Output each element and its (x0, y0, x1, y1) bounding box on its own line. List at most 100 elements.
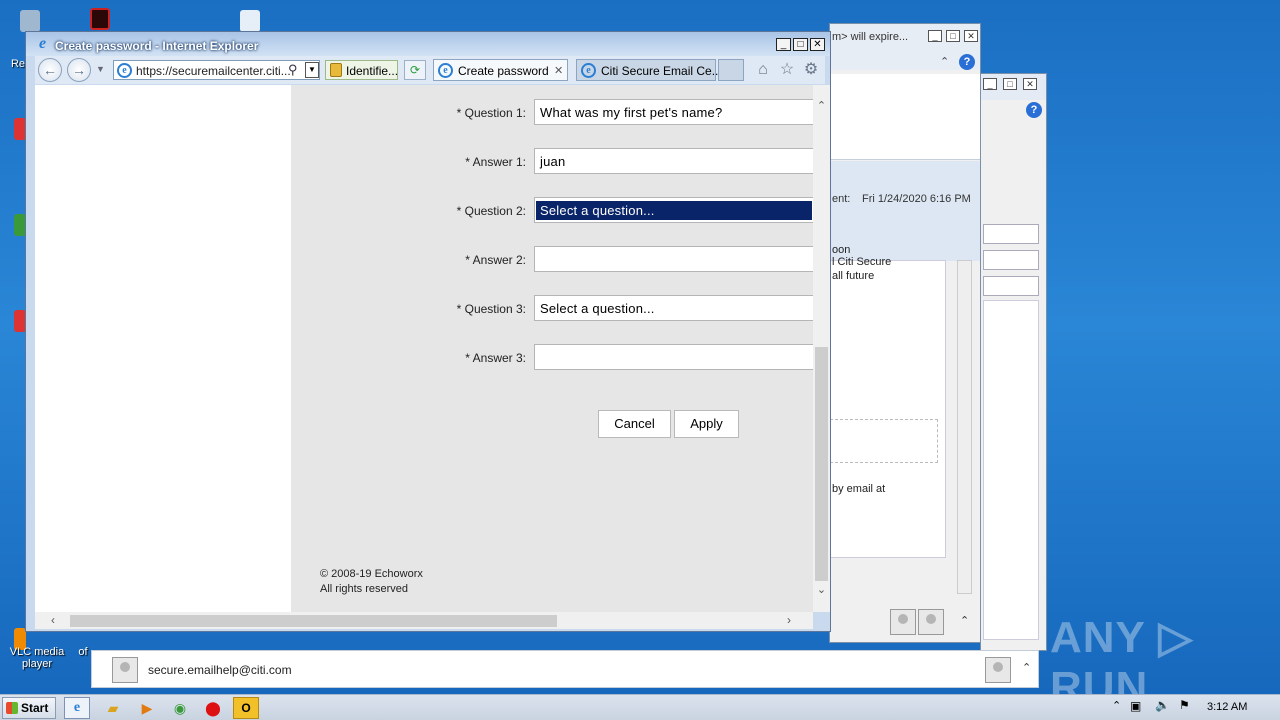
desktop-icon-doc[interactable] (240, 10, 260, 32)
refresh-button[interactable]: ⟳ (404, 60, 426, 80)
history-dropdown-icon[interactable]: ▼ (96, 64, 105, 74)
avatar (890, 609, 916, 635)
tray-flag-icon[interactable]: ⚑ (1179, 698, 1190, 712)
people-pane: secure.emailhelp@citi.com ⌃ (91, 650, 1039, 688)
question-1-label: * Question 1: (456, 106, 526, 120)
help-icon[interactable]: ? (959, 54, 975, 70)
close-tab-icon[interactable]: ✕ (554, 64, 563, 77)
taskbar-chrome-icon[interactable]: ◉ (167, 697, 193, 719)
scroll-left-icon[interactable]: ‹ (51, 613, 55, 627)
footer-copyright: © 2008-19 Echoworx (320, 568, 423, 580)
answer-3-label: * Answer 3: (465, 351, 526, 365)
outlook-back-field-3[interactable] (983, 276, 1039, 296)
tray-chevron-up-icon[interactable]: ⌃ (1112, 699, 1121, 712)
ie-toolbar: ← → ▼ e https://securemailcenter.citi...… (35, 56, 825, 84)
horizontal-scroll-thumb[interactable] (70, 615, 557, 627)
desktop-icon-label-vlc: VLC media player (9, 646, 65, 670)
gear-icon[interactable]: ⚙ (801, 60, 821, 80)
body-text-soon: oon (832, 244, 851, 256)
cancel-button[interactable]: Cancel (598, 410, 671, 438)
scroll-up-icon[interactable]: ⌃ (813, 99, 830, 112)
home-icon[interactable]: ⌂ (753, 60, 773, 80)
close-icon[interactable]: ✕ (1023, 78, 1037, 90)
ie-window: e Create password - Internet Explorer _ … (25, 31, 831, 632)
tab-create-password[interactable]: e Create password ✕ (433, 59, 568, 81)
ie-tab-icon: e (581, 63, 596, 78)
answer-1-input[interactable]: juan (534, 148, 813, 174)
question-3-label: * Question 3: (456, 302, 526, 316)
maximize-icon[interactable]: □ (1003, 78, 1017, 90)
security-identity[interactable]: Identifie... (325, 60, 398, 80)
scroll-down-icon[interactable]: ⌄ (813, 583, 830, 596)
outlook-ribbon (830, 74, 980, 160)
avatar (985, 657, 1011, 683)
address-dropdown-icon[interactable]: ▼ (305, 62, 319, 78)
start-label: Start (21, 701, 49, 715)
favorites-star-icon[interactable]: ☆ (777, 60, 797, 80)
maximize-icon[interactable]: □ (793, 38, 808, 51)
chevron-up-icon[interactable]: ⌃ (960, 614, 969, 627)
windows-flag-icon (6, 702, 18, 714)
body-text-email: by email at (832, 483, 886, 495)
address-url[interactable]: https://securemailcenter.citi... (136, 64, 291, 78)
back-button[interactable]: ← (38, 58, 62, 82)
answer-2-input[interactable] (534, 246, 813, 272)
minimize-icon[interactable]: _ (983, 78, 997, 90)
desktop-icon-red-app[interactable] (90, 8, 110, 30)
answer-1-label: * Answer 1: (465, 155, 526, 169)
footer-rights: All rights reserved (320, 583, 409, 595)
taskbar-clock[interactable]: 3:12 AM (1207, 701, 1247, 713)
taskbar-media-player-icon[interactable]: ▶ (134, 697, 160, 719)
vertical-scroll-thumb[interactable] (815, 347, 828, 581)
outlook-subject-fragment: m> will expire... (832, 31, 909, 43)
lock-icon (330, 63, 342, 77)
question-2-label: * Question 2: (456, 204, 526, 218)
forward-button[interactable]: → (67, 58, 91, 82)
outlook-header-area (830, 161, 980, 261)
tray-volume-icon[interactable]: 🔈 (1155, 698, 1170, 712)
maximize-icon[interactable]: □ (946, 30, 960, 42)
question-1-select[interactable]: What was my first pet's name? (534, 99, 813, 125)
close-icon[interactable]: ✕ (964, 30, 978, 42)
chevron-up-icon[interactable]: ⌃ (1022, 661, 1031, 674)
address-bar[interactable]: e https://securemailcenter.citi... ⚲ ▼ (113, 60, 320, 80)
minimize-icon[interactable]: _ (776, 38, 791, 51)
tray-network-icon[interactable]: ▣ (1130, 699, 1141, 713)
outlook-window-front: m> will expire... _ □ ✕ ⌃ ? ent: Fri 1/2… (829, 23, 981, 643)
outlook-back-field-2[interactable] (983, 250, 1039, 270)
search-icon[interactable]: ⚲ (288, 62, 298, 78)
close-icon[interactable]: ✕ (810, 38, 825, 51)
minimize-icon[interactable]: _ (928, 30, 942, 42)
taskbar: Start e ▰ ▶ ◉ ⬤ O ⌃ ▣ 🔈 ⚑ 3:12 AM (0, 694, 1280, 720)
answer-3-input[interactable] (534, 344, 813, 370)
identity-label: Identifie... (346, 64, 399, 78)
body-text-citi: l Citi Secure (832, 256, 892, 268)
ie-page-icon: e (117, 63, 132, 78)
scroll-right-icon[interactable]: › (787, 613, 791, 627)
tab-citi-secure-email[interactable]: e Citi Secure Email Ce... (576, 59, 722, 81)
desktop-icon-recycle[interactable] (20, 10, 40, 32)
people-email[interactable]: secure.emailhelp@citi.com (148, 663, 292, 677)
outlook-back-field-1[interactable] (983, 224, 1039, 244)
taskbar-explorer-icon[interactable]: ▰ (100, 697, 126, 719)
taskbar-outlook-icon[interactable]: O (233, 697, 259, 719)
ie-tab-icon: e (438, 63, 453, 78)
body-text-future: all future (832, 270, 875, 282)
taskbar-ie-icon[interactable]: e (64, 697, 90, 719)
question-2-select[interactable]: Select a question... (534, 197, 813, 223)
outlook-back-body (983, 300, 1039, 640)
new-tab-button[interactable] (718, 59, 744, 81)
ie-titlebar: e Create password - Internet Explorer _ … (26, 32, 830, 56)
taskbar-opera-icon[interactable]: ⬤ (200, 697, 226, 719)
question-3-select[interactable]: Select a question... (534, 295, 813, 321)
collapse-ribbon-icon[interactable]: ⌃ (940, 55, 949, 68)
question-2-selected: Select a question... (536, 201, 812, 220)
help-icon[interactable]: ? (1026, 102, 1042, 118)
vertical-scrollbar[interactable]: ⌃ ⌄ (813, 85, 830, 612)
horizontal-scrollbar[interactable]: ‹ › (35, 612, 813, 629)
sent-label: ent: (832, 193, 851, 205)
outlook-front-scrollbar[interactable] (957, 260, 972, 594)
apply-button[interactable]: Apply (674, 410, 739, 438)
page-left-pane (35, 85, 291, 612)
start-button[interactable]: Start (2, 697, 56, 719)
